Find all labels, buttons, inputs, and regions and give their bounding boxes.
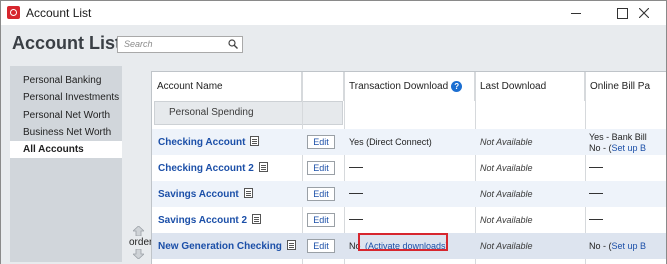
- setup-bill-pay-link[interactable]: Set up B: [612, 241, 647, 251]
- sidebar-item-personal-banking[interactable]: Personal Banking: [10, 72, 122, 89]
- column-header-last-download[interactable]: Last Download: [475, 72, 585, 101]
- bill-pay-setup: No - (Set up B: [589, 241, 646, 251]
- empty-dash: [589, 167, 603, 168]
- page-header: Account List Search: [1, 25, 666, 63]
- account-list-window: Account List Account List Search Persona…: [0, 0, 667, 264]
- account-details-icon[interactable]: [258, 162, 268, 172]
- move-up-icon[interactable]: [133, 226, 144, 236]
- table-row[interactable]: Savings Account 2 Edit Not Available: [152, 207, 666, 233]
- search-placeholder: Search: [124, 39, 153, 49]
- account-name-text[interactable]: New Generation Checking: [158, 241, 282, 252]
- sidebar-item-all-accounts[interactable]: All Accounts: [10, 141, 122, 158]
- move-down-icon[interactable]: [133, 249, 144, 259]
- edit-button[interactable]: Edit: [307, 239, 335, 253]
- account-name-text[interactable]: Checking Account 2: [158, 163, 254, 174]
- empty-dash: [589, 219, 603, 220]
- column-header-transaction-download-label: Transaction Download: [349, 81, 449, 92]
- edit-button[interactable]: Edit: [307, 187, 335, 201]
- last-download: Not Available: [480, 163, 533, 173]
- edit-button[interactable]: Edit: [307, 213, 335, 227]
- account-details-icon[interactable]: [286, 240, 296, 250]
- last-download: Not Available: [480, 241, 533, 251]
- last-download: Not Available: [480, 189, 533, 199]
- empty-dash: [349, 193, 363, 194]
- setup-bill-pay-link[interactable]: Set up B: [612, 143, 647, 153]
- sidebar-item-personal-net-worth[interactable]: Personal Net Worth: [10, 107, 122, 124]
- window-title: Account List: [26, 6, 92, 20]
- last-download: Not Available: [480, 137, 533, 147]
- sidebar-item-business-net-worth[interactable]: Business Net Worth: [10, 124, 122, 141]
- last-download: Not Available: [480, 215, 533, 225]
- highlight-annotation-box: [358, 233, 448, 251]
- account-name-link[interactable]: Savings Account: [158, 188, 253, 200]
- main-area: Personal Banking Personal Investments Pe…: [1, 63, 666, 264]
- edit-button[interactable]: Edit: [307, 135, 335, 149]
- account-name-text[interactable]: Savings Account 2: [158, 215, 247, 226]
- column-header-transaction-download[interactable]: Transaction Download?: [344, 72, 475, 101]
- column-header-online-bill-pay[interactable]: Online Bill Pa: [585, 72, 666, 101]
- empty-dash: [589, 193, 603, 194]
- account-name-text[interactable]: Checking Account: [158, 137, 245, 148]
- sidebar-item-personal-investments[interactable]: Personal Investments: [10, 89, 122, 106]
- bill-pay-setup-prefix: No - (: [589, 241, 612, 251]
- quicken-logo-icon: [7, 6, 20, 19]
- account-name-link[interactable]: Checking Account 2: [158, 162, 268, 174]
- bill-pay-status: Yes - Bank Bill: [589, 132, 647, 142]
- group-header-personal-spending: Personal Spending: [154, 101, 343, 125]
- account-details-icon[interactable]: [252, 214, 262, 224]
- account-name-text[interactable]: Savings Account: [158, 189, 239, 200]
- search-icon[interactable]: [228, 39, 238, 49]
- title-bar: Account List: [1, 1, 666, 25]
- order-label: order: [129, 237, 153, 248]
- bill-pay-setup-prefix: No - (: [589, 143, 612, 153]
- table-row[interactable]: Checking Account 2 Edit Not Available: [152, 155, 666, 181]
- account-name-link[interactable]: New Generation Checking: [158, 240, 296, 252]
- table-row[interactable]: Checking Account Edit Yes (Direct Connec…: [152, 129, 666, 155]
- account-name-link[interactable]: Checking Account: [158, 136, 260, 148]
- close-icon[interactable]: [621, 1, 666, 25]
- download-status: Yes (Direct Connect): [349, 137, 432, 147]
- page-title: Account List: [12, 33, 122, 53]
- empty-dash: [349, 167, 363, 168]
- account-name-link[interactable]: Savings Account 2: [158, 214, 262, 226]
- edit-button[interactable]: Edit: [307, 161, 335, 175]
- minimize-icon[interactable]: [553, 1, 599, 25]
- column-header-edit: [302, 72, 344, 101]
- table-row[interactable]: Savings Account Edit Not Available: [152, 181, 666, 207]
- bill-pay-setup: No - (Set up B: [589, 143, 646, 153]
- account-details-icon[interactable]: [250, 136, 260, 146]
- column-header-account-name[interactable]: Account Name: [152, 72, 302, 101]
- order-control: order: [127, 223, 152, 263]
- account-sidebar: Personal Banking Personal Investments Pe…: [10, 66, 122, 262]
- help-icon[interactable]: ?: [451, 80, 463, 92]
- empty-dash: [349, 219, 363, 220]
- account-details-icon[interactable]: [243, 188, 253, 198]
- search-input[interactable]: Search: [117, 36, 243, 53]
